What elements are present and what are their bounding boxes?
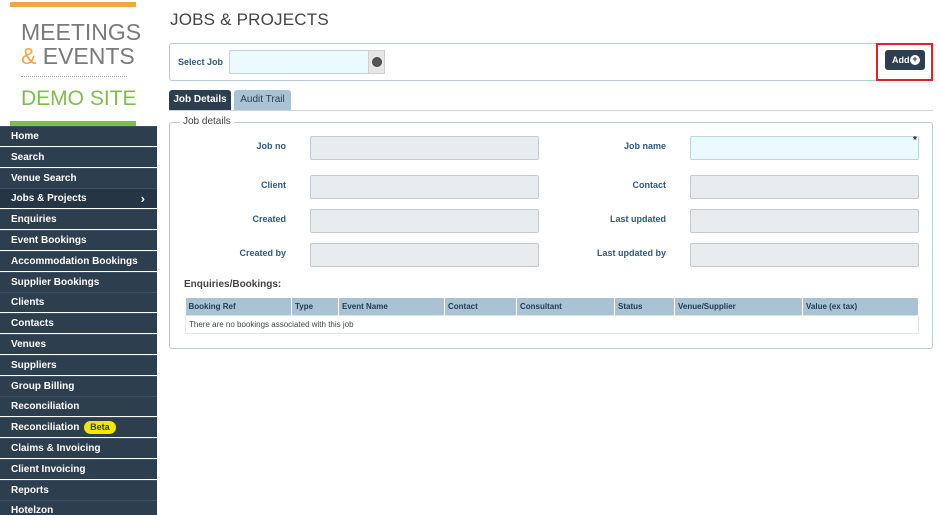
bookings-table: Booking Ref Type Event Name Contact Cons… xyxy=(185,298,919,334)
job-details-fieldset: Job details Job no Job name * Client Con… xyxy=(169,116,933,349)
logo-ampersand: & xyxy=(21,43,37,69)
sidebar: MEETINGS & EVENTS DEMO SITE Home Search … xyxy=(0,0,157,515)
sidebar-item-label: Hotelzon xyxy=(11,505,54,515)
column-header-contact[interactable]: Contact xyxy=(444,298,517,315)
job-no-label: Job no xyxy=(256,141,287,151)
sidebar-item-claims-invoicing[interactable]: Claims & Invoicing xyxy=(0,437,157,458)
sidebar-item-accommodation-bookings[interactable]: Accommodation Bookings xyxy=(0,250,157,271)
last-updated-by-label: Last updated by xyxy=(596,248,666,258)
chevron-right-icon: › xyxy=(140,191,145,207)
site-logo[interactable]: MEETINGS & EVENTS DEMO SITE xyxy=(10,0,141,126)
column-header-event-name[interactable]: Event Name xyxy=(338,298,445,315)
sidebar-item-suppliers[interactable]: Suppliers xyxy=(0,354,157,375)
sidebar-item-enquiries[interactable]: Enquiries xyxy=(0,209,157,230)
sidebar-item-label: Home xyxy=(11,131,39,142)
column-header-type[interactable]: Type xyxy=(291,298,339,315)
logo-line-events: & EVENTS xyxy=(21,44,135,68)
created-by-label: Created by xyxy=(239,248,286,258)
logo-line-meetings: MEETINGS xyxy=(21,19,142,45)
last-updated-label: Last updated xyxy=(609,214,666,224)
sidebar-item-label: Jobs & Projects xyxy=(11,193,87,205)
logo-demo-site: DEMO SITE xyxy=(21,87,137,110)
sidebar-item-reconciliation-beta[interactable]: Reconciliation Beta xyxy=(0,417,157,438)
add-button[interactable]: Add + xyxy=(885,50,925,70)
column-header-value[interactable]: Value (ex tax) xyxy=(802,298,919,315)
sidebar-item-clients[interactable]: Clients xyxy=(0,292,157,313)
job-name-label: Job name xyxy=(623,141,666,151)
logo-orange-bar xyxy=(10,2,136,7)
created-label: Created xyxy=(252,214,286,224)
page-title: JOBS & PROJECTS xyxy=(170,10,329,29)
sidebar-nav: Home Search Venue Search Jobs & Projects… xyxy=(0,126,157,515)
sidebar-item-label: Clients xyxy=(11,297,45,309)
sidebar-item-label: Client Invoicing xyxy=(11,463,86,475)
sidebar-item-label: Reconciliation xyxy=(11,401,80,413)
client-label: Client xyxy=(260,180,286,190)
globe-icon xyxy=(372,57,382,67)
last-updated-field[interactable] xyxy=(690,209,919,233)
sidebar-item-event-bookings[interactable]: Event Bookings xyxy=(0,229,157,250)
tab-bar: Job Details Audit Trail xyxy=(169,90,933,111)
empty-bookings-message: There are no bookings associated with th… xyxy=(185,314,919,334)
column-header-venue-supplier[interactable]: Venue/Supplier xyxy=(674,298,803,315)
sidebar-item-label: Reports xyxy=(11,484,49,496)
sidebar-item-label: Enquiries xyxy=(11,214,57,226)
sidebar-item-reports[interactable]: Reports xyxy=(0,479,157,500)
column-header-status[interactable]: Status xyxy=(614,298,675,315)
sidebar-item-supplier-bookings[interactable]: Supplier Bookings xyxy=(0,271,157,292)
sidebar-item-label: Supplier Bookings xyxy=(11,276,100,288)
sidebar-item-group-billing[interactable]: Group Billing xyxy=(0,375,157,396)
sidebar-item-label: Suppliers xyxy=(11,359,57,371)
plus-circle-icon: + xyxy=(910,55,920,65)
sidebar-item-venues[interactable]: Venues xyxy=(0,333,157,354)
add-button-label: Add xyxy=(892,55,910,65)
sidebar-item-venue-search[interactable]: Venue Search xyxy=(0,167,157,188)
logo-events-text: EVENTS xyxy=(36,43,135,69)
sidebar-item-jobs-projects[interactable]: Jobs & Projects › xyxy=(0,188,157,209)
sidebar-item-reconciliation[interactable]: Reconciliation xyxy=(0,396,157,417)
tab-audit-trail[interactable]: Audit Trail xyxy=(234,90,291,110)
sidebar-item-label: Group Billing xyxy=(11,380,75,392)
created-by-field[interactable] xyxy=(310,243,539,267)
created-field[interactable] xyxy=(310,209,539,233)
sidebar-item-search[interactable]: Search xyxy=(0,146,157,167)
logo-divider xyxy=(21,76,127,77)
add-button-highlight: Add + xyxy=(876,43,933,81)
select-job-lookup-button[interactable] xyxy=(368,50,385,74)
bookings-title: Enquiries/Bookings: xyxy=(184,279,282,290)
beta-badge: Beta xyxy=(84,421,116,435)
job-name-field[interactable] xyxy=(690,136,919,160)
app-window: MEETINGS & EVENTS DEMO SITE Home Search … xyxy=(0,0,940,515)
sidebar-item-label: Accommodation Bookings xyxy=(11,255,138,267)
sidebar-item-hotelzon[interactable]: Hotelzon xyxy=(0,500,157,515)
sidebar-item-label: Contacts xyxy=(11,318,54,330)
column-header-consultant[interactable]: Consultant xyxy=(516,298,615,315)
job-details-legend: Job details xyxy=(180,116,234,127)
sidebar-item-label: Event Bookings xyxy=(11,234,87,246)
column-header-booking-ref[interactable]: Booking Ref xyxy=(185,298,292,315)
client-field[interactable] xyxy=(310,175,539,199)
select-job-label: Select Job xyxy=(178,57,224,67)
contact-field[interactable] xyxy=(690,175,919,199)
select-job-input[interactable] xyxy=(229,50,369,74)
sidebar-item-label: Venues xyxy=(11,338,47,350)
table-header-row: Booking Ref Type Event Name Contact Cons… xyxy=(185,298,919,315)
sidebar-item-home[interactable]: Home xyxy=(0,126,157,146)
select-job-bar: Select Job xyxy=(169,43,933,81)
sidebar-item-client-invoicing[interactable]: Client Invoicing xyxy=(0,458,157,479)
job-no-field[interactable] xyxy=(310,136,539,160)
contact-label: Contact xyxy=(632,180,667,190)
sidebar-item-contacts[interactable]: Contacts xyxy=(0,313,157,334)
tab-job-details[interactable]: Job Details xyxy=(169,90,231,110)
last-updated-by-field[interactable] xyxy=(690,243,919,267)
sidebar-item-label: Claims & Invoicing xyxy=(11,442,101,454)
sidebar-item-label: Reconciliation xyxy=(11,422,80,434)
sidebar-item-label: Search xyxy=(11,151,45,163)
table-row: There are no bookings associated with th… xyxy=(185,314,919,334)
required-marker: * xyxy=(913,135,917,146)
sidebar-item-label: Venue Search xyxy=(11,172,77,184)
